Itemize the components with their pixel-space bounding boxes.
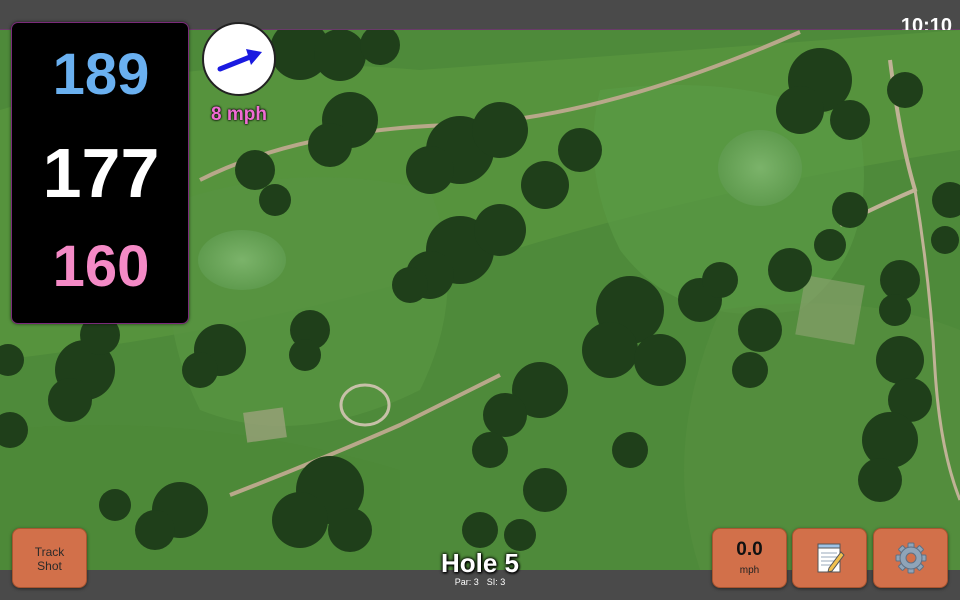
center-distance: 177 — [42, 134, 160, 212]
speed-button[interactable]: 0.0 mph — [712, 528, 787, 588]
hole-par: Par: 3 — [454, 577, 479, 587]
speed-value: 0.0 — [736, 539, 763, 560]
notes-button[interactable] — [792, 528, 867, 588]
wind-indicator[interactable] — [202, 22, 276, 96]
gear-icon — [895, 542, 926, 574]
wind-arrow-icon — [217, 49, 262, 72]
hole-stroke-index: SI: 3 — [486, 577, 506, 587]
golf-gps-screen: 10:10 189 177 160 8 mph Track Shot Hole … — [0, 0, 960, 600]
front-distance: 160 — [52, 234, 150, 299]
hole-info: Par: 3 SI: 3 — [380, 577, 580, 587]
settings-button[interactable] — [873, 528, 948, 588]
distance-panel: 189 177 160 — [11, 22, 189, 324]
back-distance: 189 — [52, 42, 150, 107]
speed-unit: mph — [739, 565, 760, 576]
notepad-icon — [817, 543, 845, 573]
wind-speed-label: 8 mph — [211, 104, 267, 125]
hole-title: Hole 5 — [440, 548, 520, 578]
track-shot-label: Track Shot — [34, 545, 65, 573]
track-shot-button[interactable]: Track Shot — [12, 528, 87, 588]
